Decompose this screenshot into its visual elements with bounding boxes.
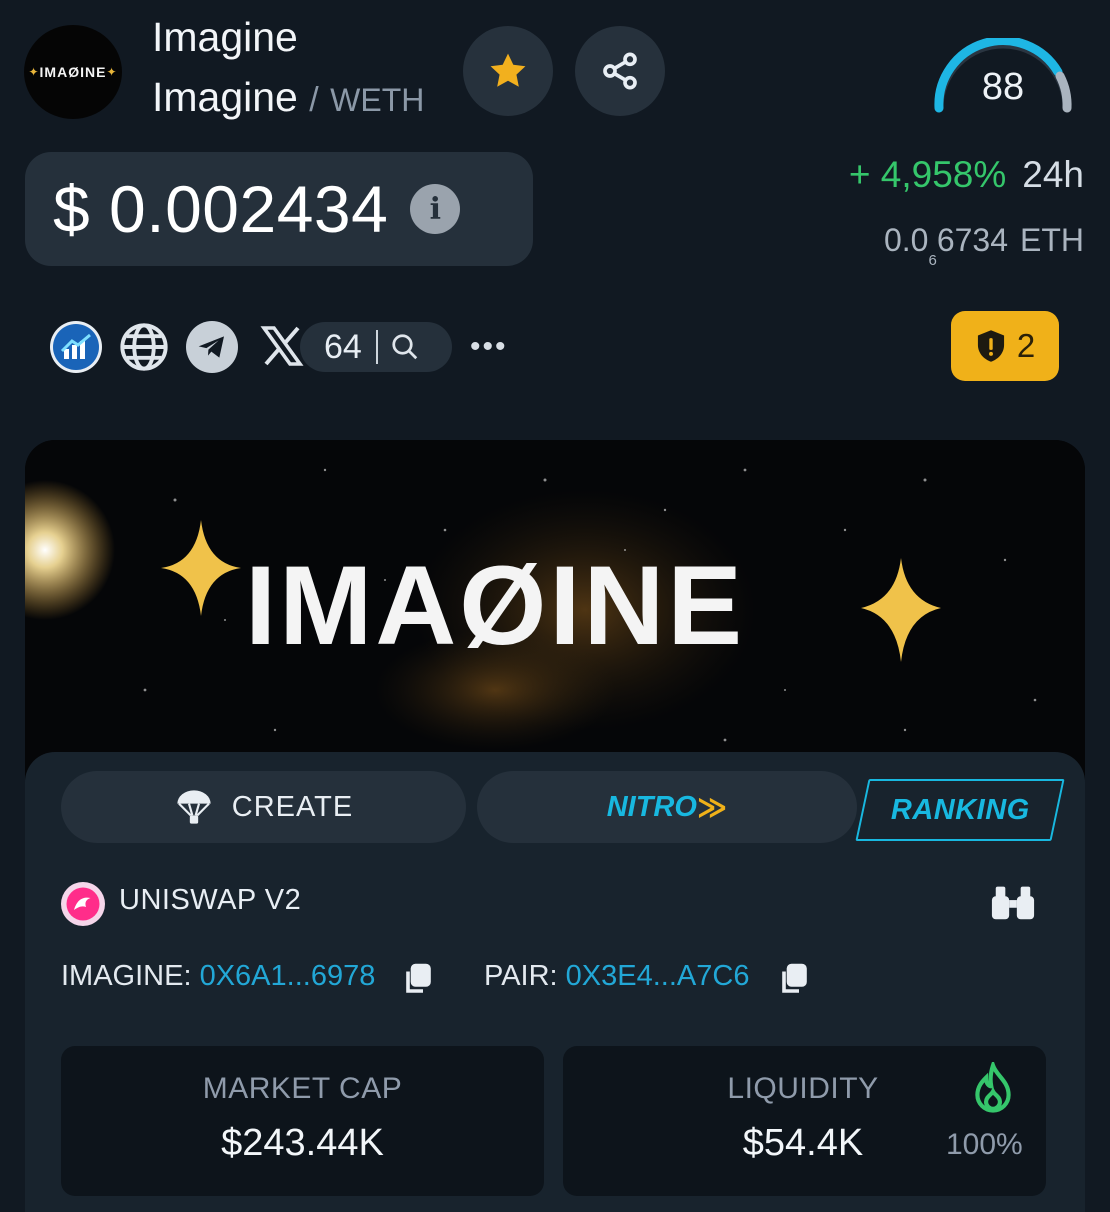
token-logo: ✦ IMAØINE ✦	[24, 25, 122, 119]
eth-unit: ETH	[1020, 222, 1084, 258]
pair-line: Imagine / WETH	[152, 74, 424, 121]
share-icon	[603, 52, 637, 90]
ranking-button[interactable]: RANKING	[855, 779, 1065, 841]
x-followers-pill[interactable]: 64	[300, 322, 452, 372]
market-cap-value: $243.44K	[221, 1122, 384, 1164]
uniswap-icon	[61, 882, 105, 926]
x-icon	[260, 326, 304, 366]
price-usd: $ 0.002434	[53, 172, 389, 246]
token-address-label: IMAGINE:	[61, 960, 192, 992]
copy-token-address-icon[interactable]	[402, 962, 432, 1001]
token-banner: IMAØINE	[25, 440, 1085, 780]
spark-icon: ✦	[106, 65, 118, 79]
dextools-link[interactable]	[50, 321, 102, 373]
favorite-button[interactable]	[463, 26, 553, 116]
dex-name: UNISWAP V2	[119, 884, 302, 916]
divider	[375, 330, 378, 364]
nitro-button[interactable]: NITRO ≫	[477, 771, 857, 843]
pair-separator: /	[309, 81, 319, 119]
change-period: 24h	[1022, 154, 1084, 195]
share-button[interactable]	[575, 26, 665, 116]
star-icon	[490, 53, 526, 87]
banner-art: IMAØINE	[25, 440, 1085, 780]
flame-icon: ≫	[696, 791, 728, 824]
binoculars-icon[interactable]	[990, 882, 1036, 927]
shield-alert-icon	[977, 330, 1004, 362]
parachute-icon	[177, 790, 211, 824]
flame-icon	[972, 1058, 1014, 1119]
copy-pair-address-icon[interactable]	[778, 962, 808, 1001]
x-followers-count: 64	[324, 327, 362, 366]
chart-icon	[53, 324, 99, 370]
pair-base: Imagine	[152, 74, 298, 120]
security-warnings-badge[interactable]: 2	[951, 311, 1059, 381]
liquidity-locked-percent: 100%	[946, 1128, 1023, 1161]
warnings-count: 2	[1016, 327, 1036, 364]
pair-address-value[interactable]: 0X3E4...A7C6	[566, 960, 750, 992]
logo-text: IMAØINE	[39, 64, 107, 80]
info-icon[interactable]: i	[410, 184, 461, 234]
pair-quote: WETH	[330, 82, 425, 118]
ranking-label: RANKING	[890, 793, 1030, 826]
price-change: + 4,958% 24h	[849, 154, 1084, 196]
website-link[interactable]	[118, 321, 170, 373]
pair-address-label: PAIR:	[484, 960, 558, 992]
search-icon	[392, 334, 418, 360]
globe-icon	[120, 323, 168, 371]
price-box: $ 0.002434 i	[25, 152, 533, 266]
create-button[interactable]: CREATE	[61, 771, 466, 843]
create-label: CREATE	[231, 790, 354, 823]
pair-address: PAIR: 0X3E4...A7C6	[484, 960, 749, 993]
token-address-value[interactable]: 0X6A1...6978	[200, 960, 376, 992]
token-address: IMAGINE: 0X6A1...6978	[61, 960, 375, 993]
more-options-button[interactable]: •••	[470, 330, 508, 364]
eth-price-zeros: 6	[928, 252, 937, 269]
change-percent: + 4,958%	[848, 154, 1007, 195]
market-cap-box: MARKET CAP $243.44K	[61, 1046, 544, 1196]
liquidity-label: LIQUIDITY	[727, 1072, 879, 1105]
spark-icon: ✦	[28, 65, 40, 79]
price-eth: 0.066734 ETH	[884, 222, 1084, 269]
token-name: Imagine	[152, 14, 298, 60]
nitro-label: NITRO	[606, 790, 697, 823]
score-value: 88	[981, 66, 1025, 108]
telegram-icon	[198, 336, 224, 358]
banner-title: IMAØINE	[245, 543, 745, 668]
eth-price-lead: 0.0	[883, 222, 929, 258]
market-cap-label: MARKET CAP	[202, 1072, 403, 1105]
eth-price-tail: 6734	[936, 222, 1008, 258]
telegram-link[interactable]	[186, 321, 238, 373]
